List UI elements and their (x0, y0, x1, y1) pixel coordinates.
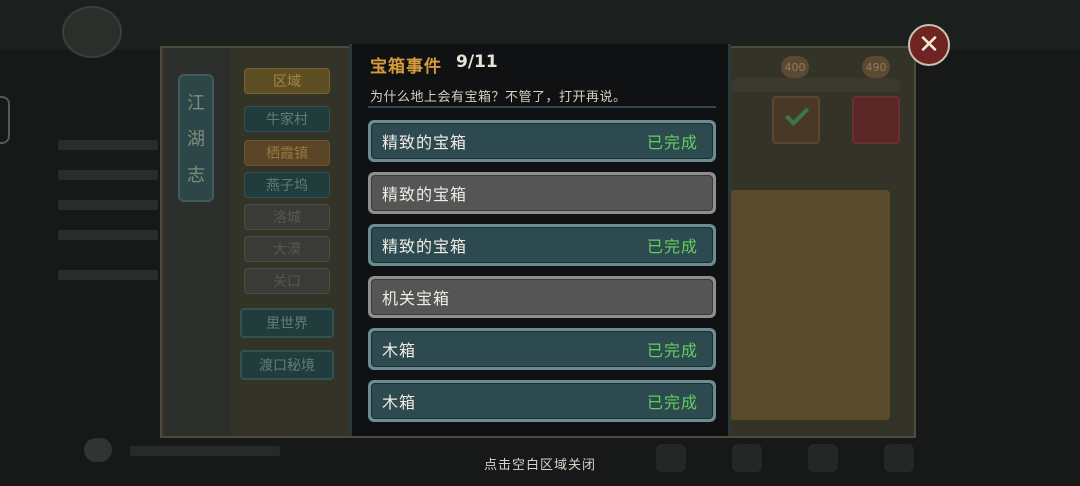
tab-luocheng[interactable]: 洛城 (244, 204, 330, 230)
tab-niujiacun[interactable]: 牛家村 (244, 106, 330, 132)
journal-title-char: 志 (187, 165, 205, 186)
status-badge: 已完成 (646, 237, 698, 256)
milestone-badge: 490 (862, 56, 890, 78)
chest-event-panel: 宝箱事件 9/11 为什么地上会有宝箱？不管了，打开再说。 精致的宝箱 已完成 … (349, 44, 731, 436)
panel-title: 宝箱事件 (370, 57, 442, 77)
chest-row[interactable]: 木箱 已完成 (368, 380, 716, 422)
divider (368, 106, 716, 108)
tab-yanziwu[interactable]: 燕子坞 (244, 172, 330, 198)
journal-title-char: 江 (187, 93, 205, 114)
tab-guankou[interactable]: 关口 (244, 268, 330, 294)
quest-line (58, 230, 158, 240)
chest-name: 精致的宝箱 (382, 237, 468, 256)
quest-line (58, 270, 158, 280)
tab-inner-world[interactable]: 里世界 (240, 308, 334, 338)
region-map[interactable] (730, 190, 890, 420)
chest-row[interactable]: 精致的宝箱 已完成 (368, 120, 716, 162)
journal-title-scroll: 江 湖 志 (178, 74, 214, 202)
side-drawer-handle[interactable] (0, 96, 10, 144)
close-hint[interactable]: 点击空白区域关闭 (0, 454, 1080, 473)
avatar[interactable] (62, 6, 122, 58)
status-badge: 已完成 (646, 393, 698, 412)
status-badge: 已完成 (646, 133, 698, 152)
tab-qixiazhen[interactable]: 栖霞镇 (244, 140, 330, 166)
quest-line (58, 200, 158, 210)
status-badge: 已完成 (646, 341, 698, 360)
journal-title-char: 湖 (187, 129, 205, 150)
chest-name: 木箱 (382, 341, 417, 360)
panel-description: 为什么地上会有宝箱？不管了，打开再说。 (370, 90, 627, 105)
reward-slot[interactable] (852, 96, 900, 144)
tab-ferry-realm[interactable]: 渡口秘境 (240, 350, 334, 380)
chest-row[interactable]: 精致的宝箱 (368, 172, 716, 214)
quest-line (58, 170, 158, 180)
chest-row[interactable]: 木箱 已完成 (368, 328, 716, 370)
chest-name: 精致的宝箱 (382, 133, 468, 152)
chest-row[interactable]: 精致的宝箱 已完成 (368, 224, 716, 266)
tab-region[interactable]: 区域 (244, 68, 330, 94)
progress-count: 9/11 (456, 52, 498, 72)
chest-name: 木箱 (382, 393, 417, 412)
quest-line (58, 140, 158, 150)
milestone-badge: 400 (781, 56, 809, 78)
progress-track (730, 78, 900, 92)
chest-name: 精致的宝箱 (382, 185, 468, 204)
close-icon[interactable]: ✕ (908, 24, 950, 66)
tab-damo[interactable]: 大漠 (244, 236, 330, 262)
chest-name: 机关宝箱 (382, 289, 451, 308)
chest-row[interactable]: 机关宝箱 (368, 276, 716, 318)
